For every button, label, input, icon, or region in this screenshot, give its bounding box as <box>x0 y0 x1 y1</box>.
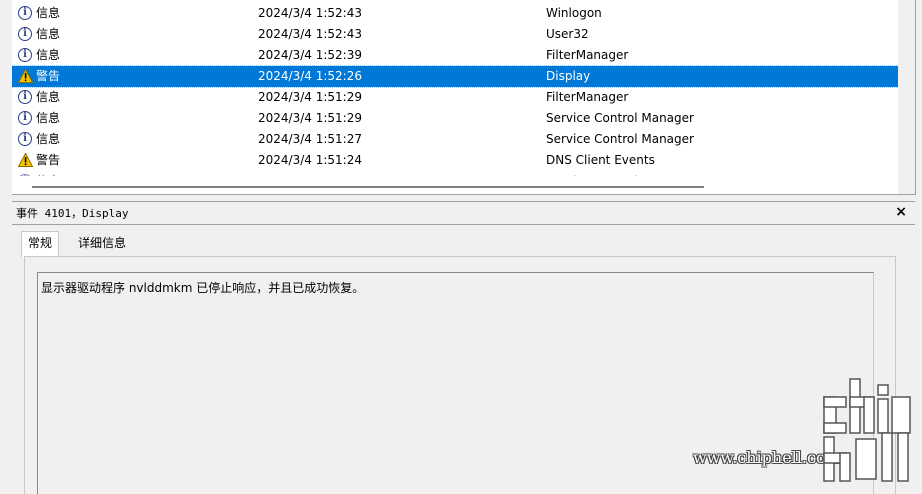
event-level: 信息 <box>36 111 61 125</box>
event-date: 2024/3/4 1:51:24 <box>258 153 362 167</box>
tab-general[interactable]: 常规 <box>21 231 60 257</box>
info-icon: i <box>18 132 32 146</box>
event-level: 信息 <box>36 6 61 20</box>
event-date: 2024/3/4 1:51:29 <box>258 90 362 104</box>
event-source: DNS Client Events <box>546 153 655 167</box>
event-message-text: 显示器驱动程序 nvlddmkm 已停止响应，并且已成功恢复。 <box>41 281 365 295</box>
event-row[interactable]: i 信息 2024/3/4 1:52:43 Winlogon <box>12 3 898 24</box>
event-level: 信息 <box>36 132 61 146</box>
event-date: 2024/3/4 1:51:27 <box>258 132 362 146</box>
event-row[interactable]: i 信息 2024/3/4 1:52:43 User32 <box>12 24 898 45</box>
event-row[interactable]: i 信息 2024/3/4 1:51:29 FilterManager <box>12 87 898 108</box>
event-row[interactable]: i 信息 2024/3/4 1:51:27 Service Control Manag… <box>12 129 898 150</box>
event-detail-title: 事件 4101，Display <box>16 207 129 220</box>
info-icon: i <box>18 90 32 104</box>
event-detail-header: 事件 4101，Display × <box>12 201 915 225</box>
event-row[interactable]: 警告 2024/3/4 1:51:24 DNS Client Events <box>12 150 898 171</box>
horizontal-scrollbar[interactable] <box>12 176 898 193</box>
event-source: User32 <box>546 27 589 41</box>
event-date: 2024/3/4 1:52:26 <box>258 69 362 83</box>
info-icon: i <box>18 27 32 41</box>
tab-details[interactable]: 详细信息 <box>72 232 132 255</box>
event-source: Winlogon <box>546 6 602 20</box>
event-date: 2024/3/4 1:52:43 <box>258 6 362 20</box>
event-source: Service Control Manager <box>546 132 694 146</box>
info-icon: i <box>18 6 32 20</box>
event-level: 信息 <box>36 48 61 62</box>
event-level: 警告 <box>36 153 61 167</box>
event-source: Service Control Manager <box>546 111 694 125</box>
event-row[interactable]: i 信息 2024/3/4 1:52:39 FilterManager <box>12 45 898 66</box>
warning-icon <box>18 153 33 167</box>
event-source: FilterManager <box>546 48 629 62</box>
event-list[interactable]: i 信息 2024/3/4 1:52:43 Winlogon i 信息 2024/3/4 1… <box>12 0 916 195</box>
event-row[interactable]: i 信息 2024/3/4 1:51:29 Service Control Manag… <box>12 108 898 129</box>
info-icon: i <box>18 48 32 62</box>
event-date: 2024/3/4 1:51:29 <box>258 111 362 125</box>
event-row[interactable]: 警告 2024/3/4 1:52:26 Display <box>12 65 899 88</box>
info-icon: i <box>18 111 32 125</box>
watermark-url: www.chiphell.com <box>693 448 841 467</box>
vertical-scrollbar-track[interactable] <box>898 0 915 194</box>
warning-icon <box>18 69 33 83</box>
event-date: 2024/3/4 1:52:39 <box>258 48 362 62</box>
chiphell-logo-icon <box>823 378 911 482</box>
event-level: 信息 <box>36 27 61 41</box>
event-level: 信息 <box>36 90 61 104</box>
horizontal-scrollbar-thumb[interactable] <box>32 186 704 188</box>
close-icon[interactable]: × <box>895 204 907 220</box>
event-level: 警告 <box>36 69 61 83</box>
event-source: FilterManager <box>546 90 629 104</box>
event-source: Display <box>546 69 591 83</box>
event-date: 2024/3/4 1:52:43 <box>258 27 362 41</box>
